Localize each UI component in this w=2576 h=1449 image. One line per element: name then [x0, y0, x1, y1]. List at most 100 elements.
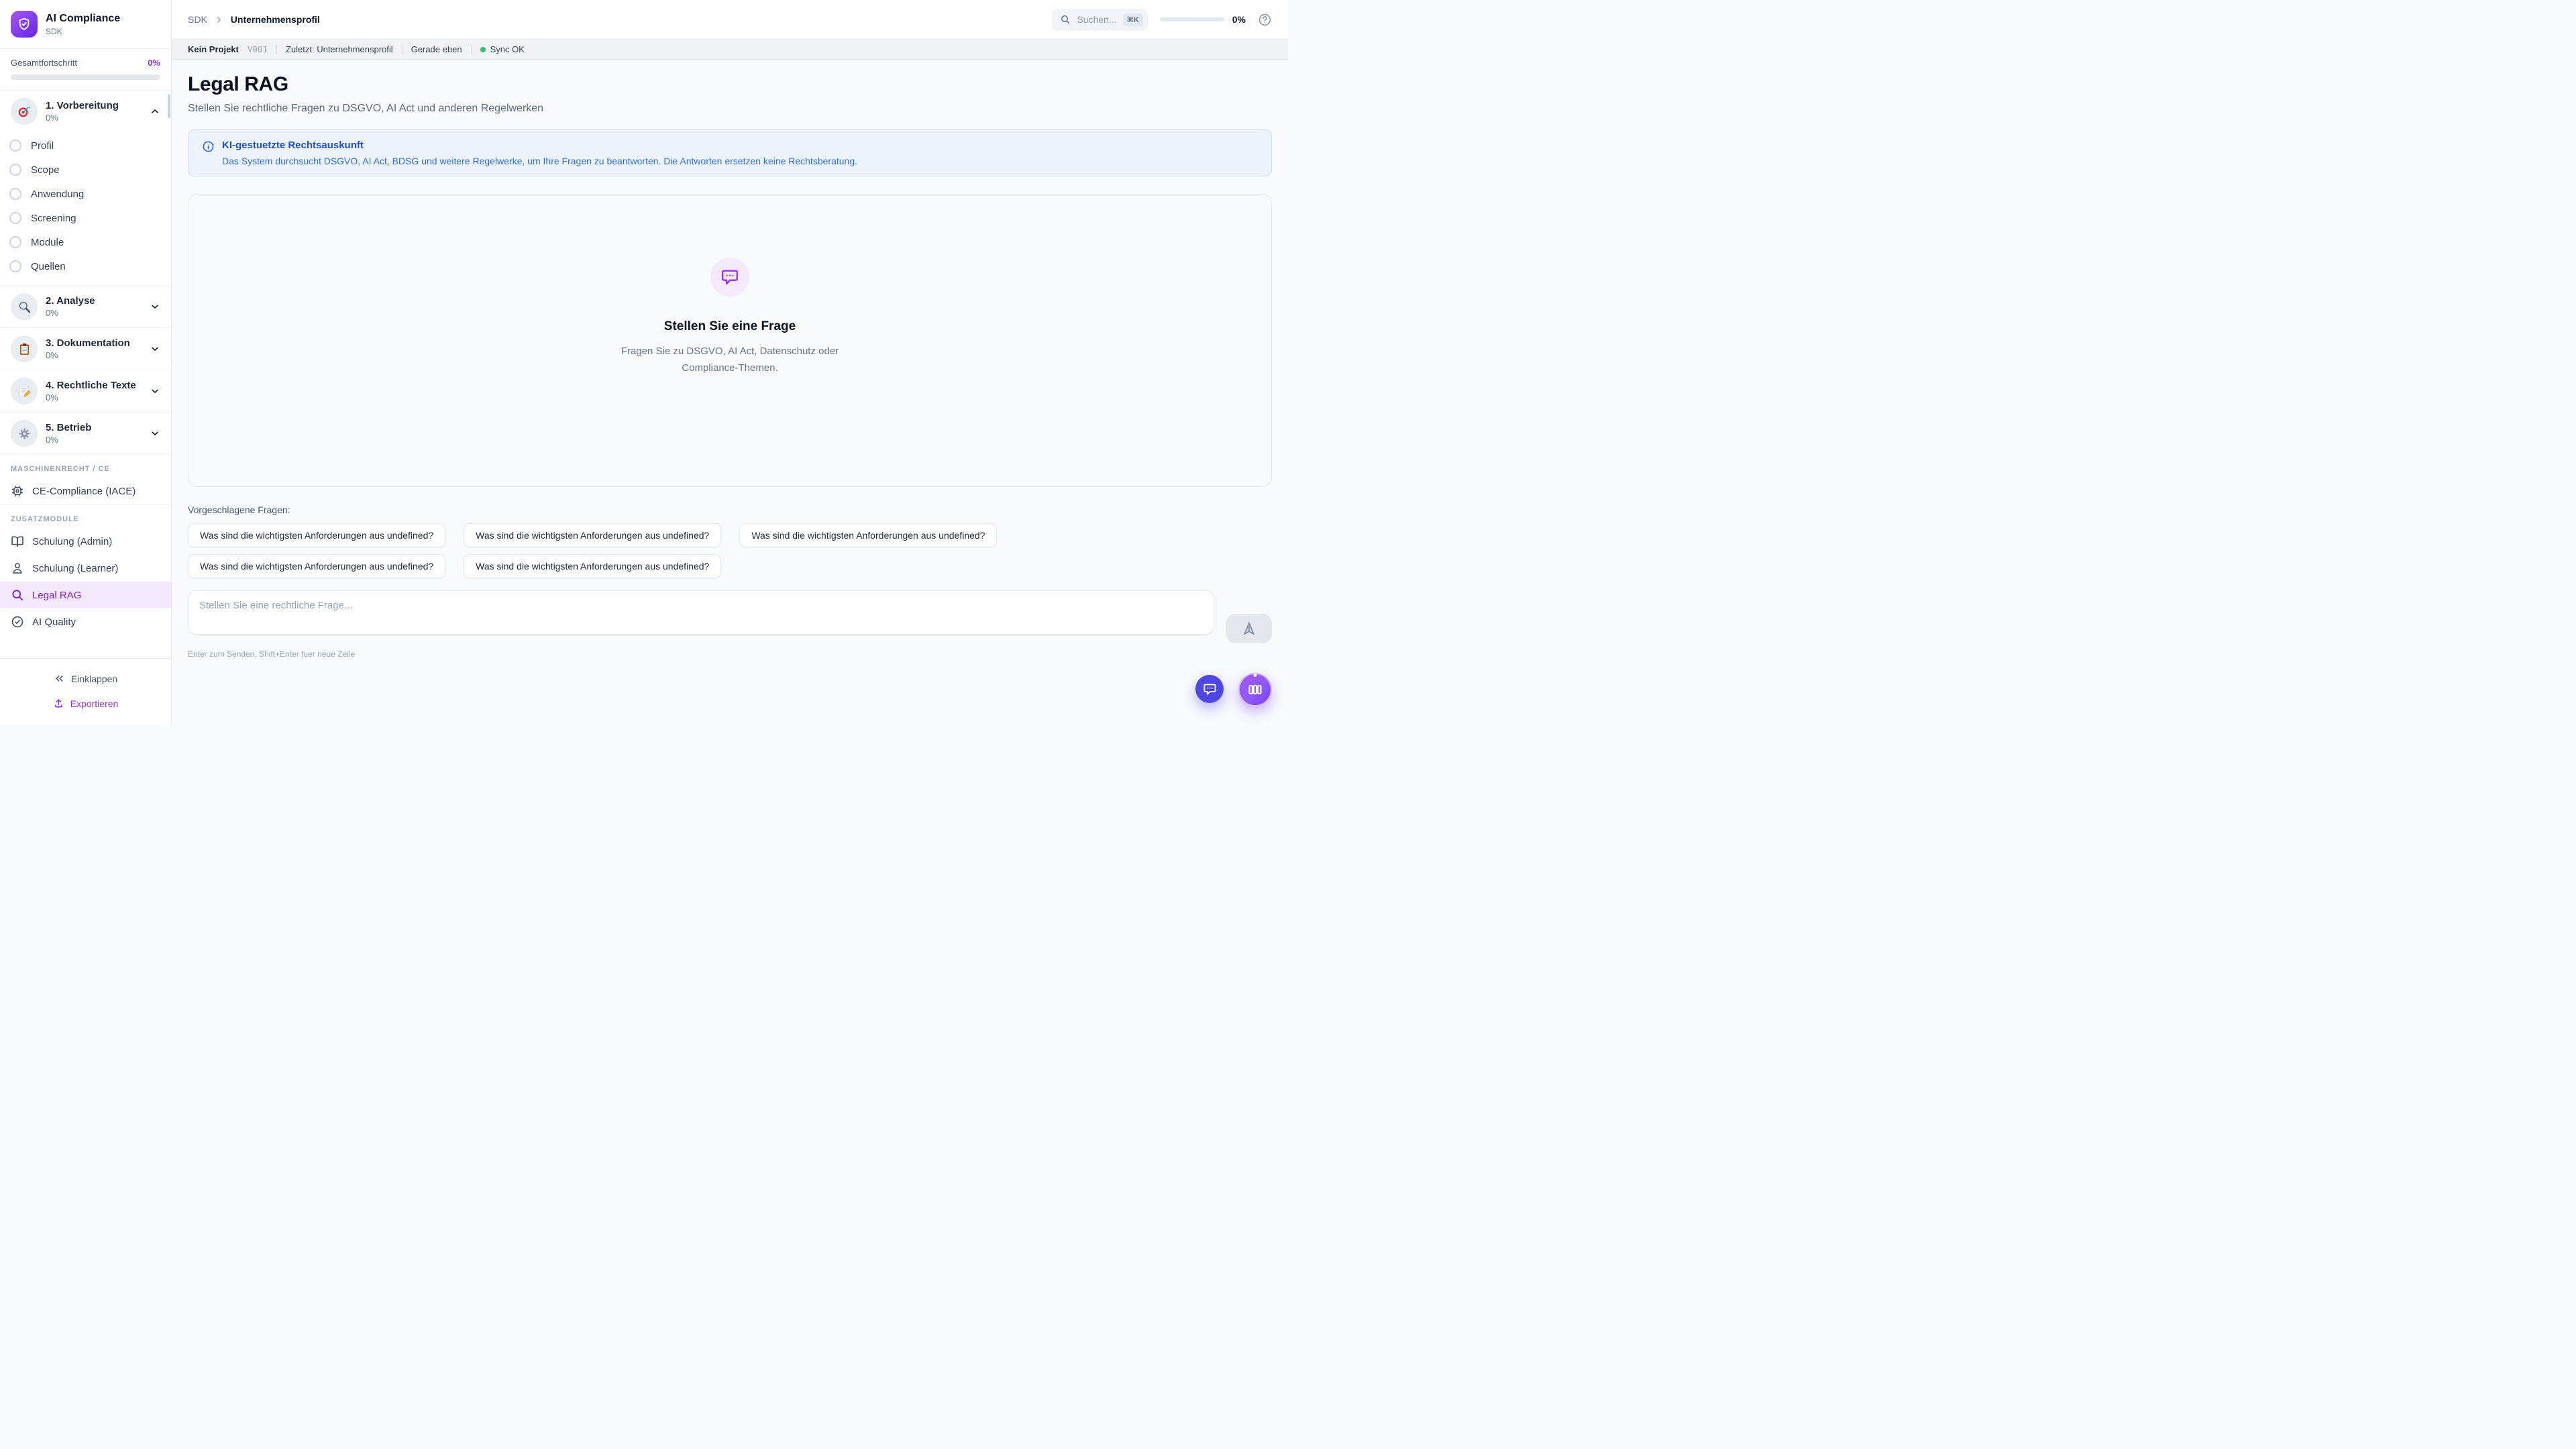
app-subtitle: SDK [46, 27, 120, 36]
page-content: Legal RAG Stellen Sie rechtliche Fragen … [172, 60, 1288, 724]
section-percent: 0% [46, 392, 142, 402]
target-icon [11, 98, 38, 125]
chevron-down-icon [150, 343, 160, 354]
sidebar-item-module[interactable]: Module [0, 230, 171, 254]
sidebar-item-label: Schulung (Learner) [32, 563, 118, 574]
search-shortcut-badge: ⌘K [1123, 13, 1143, 26]
sidebar-item-anwendung[interactable]: Anwendung [0, 182, 171, 206]
clipboard-icon [11, 335, 38, 362]
info-circle-icon [202, 140, 215, 166]
sidebar-item-label: Module [31, 237, 64, 248]
question-input-row [188, 590, 1272, 643]
sidebar-item-label: Legal RAG [32, 590, 81, 601]
sidebar-item-schulung-admin[interactable]: Schulung (Admin) [0, 528, 171, 555]
sidebar-scrollbar[interactable] [168, 94, 170, 118]
sidebar-item-label: Screening [31, 213, 76, 224]
sidebar-footer: Einklappen Exportieren [0, 658, 171, 724]
help-button[interactable] [1258, 13, 1272, 27]
collapse-sidebar-button[interactable]: Einklappen [11, 668, 160, 689]
app-title: AI Compliance [46, 12, 120, 25]
section-analyse[interactable]: 2. Analyse 0% [0, 286, 171, 327]
chevron-down-icon [150, 386, 160, 396]
chevrons-left-icon [54, 673, 65, 684]
chevron-right-icon [214, 15, 224, 25]
columns-icon [1247, 682, 1263, 698]
sidebar-nav: 1. Vorbereitung 0% Profil Scope [0, 91, 171, 658]
sync-status-label: Sync OK [490, 44, 525, 54]
panels-fab-button[interactable] [1238, 673, 1272, 706]
suggested-question-chip[interactable]: Was sind die wichtigsten Anforderungen a… [464, 523, 721, 547]
section-rechtliche-texte[interactable]: 4. Rechtliche Texte 0% [0, 370, 171, 412]
section-dokumentation[interactable]: 3. Dokumentation 0% [0, 328, 171, 370]
header-progress-bar [1160, 17, 1224, 21]
sidebar-item-label: CE-Compliance (IACE) [32, 486, 136, 497]
section-label: 5. Betrieb [46, 422, 142, 435]
sidebar-item-scope[interactable]: Scope [0, 158, 171, 182]
chevron-up-icon [150, 106, 160, 117]
suggested-question-chip[interactable]: Was sind die wichtigsten Anforderungen a… [188, 554, 445, 578]
suggested-question-chip[interactable]: Was sind die wichtigsten Anforderungen a… [739, 523, 997, 547]
sidebar-item-schulung-learner[interactable]: Schulung (Learner) [0, 555, 171, 582]
sidebar-item-quellen[interactable]: Quellen [0, 254, 171, 278]
suggested-questions: Was sind die wichtigsten Anforderungen a… [188, 523, 1060, 578]
sidebar-item-label: AI Quality [32, 616, 76, 628]
notification-dot [1254, 674, 1257, 677]
search-placeholder: Suchen... [1077, 14, 1116, 25]
breadcrumb-root[interactable]: SDK [188, 14, 207, 25]
section-label: 3. Dokumentation [46, 337, 142, 350]
check-circle-icon [11, 615, 24, 629]
topbar: SDK Unternehmensprofil Suchen... ⌘K 0% [172, 0, 1288, 40]
overall-progress: Gesamtfortschritt 0% [0, 49, 171, 91]
search-icon [1060, 14, 1071, 25]
info-banner: KI-gestuetzte Rechtsauskunft Das System … [188, 129, 1272, 176]
sidebar-item-label: Quellen [31, 261, 66, 272]
send-icon [1240, 620, 1258, 637]
overall-progress-label: Gesamtfortschritt [11, 58, 77, 68]
section-vorbereitung[interactable]: 1. Vorbereitung 0% [0, 91, 171, 132]
user-icon [11, 561, 24, 575]
divider [471, 45, 472, 54]
global-search-button[interactable]: Suchen... ⌘K [1052, 9, 1147, 31]
page-subtitle: Stellen Sie rechtliche Fragen zu DSGVO, … [188, 103, 1272, 115]
sidebar-item-label: Anwendung [31, 189, 84, 200]
empty-state-title: Stellen Sie eine Frage [664, 319, 796, 334]
chevron-down-icon [150, 428, 160, 439]
chat-fab-button[interactable] [1195, 675, 1224, 703]
status-bar: Kein Projekt V001 Zuletzt: Unternehmensp… [172, 40, 1288, 60]
version-badge: V001 [248, 44, 268, 54]
sidebar-item-legal-rag[interactable]: Legal RAG [0, 582, 171, 608]
overall-progress-bar [11, 74, 160, 80]
upload-icon [53, 698, 64, 709]
header-progress: 0% [1160, 14, 1246, 25]
section-betrieb[interactable]: 5. Betrieb 0% [0, 413, 171, 454]
group-header-maschinenrecht: MASCHINENRECHT / CE [0, 455, 171, 478]
project-name: Kein Projekt [188, 44, 239, 54]
suggested-question-chip[interactable]: Was sind die wichtigsten Anforderungen a… [464, 554, 721, 578]
gear-icon [11, 420, 38, 447]
step-circle-icon [9, 260, 21, 272]
sidebar-item-ai-quality[interactable]: AI Quality [0, 608, 171, 635]
sidebar-item-ce-compliance[interactable]: CE-Compliance (IACE) [0, 478, 171, 504]
sidebar-item-profil[interactable]: Profil [0, 133, 171, 158]
magnifier-icon [11, 293, 38, 320]
section-percent: 0% [46, 435, 142, 445]
question-input[interactable] [188, 590, 1214, 635]
search-icon [11, 588, 24, 602]
input-hint: Enter zum Senden, Shift+Enter fuer neue … [188, 649, 1272, 659]
section-percent: 0% [46, 308, 142, 318]
step-circle-icon [9, 140, 21, 152]
section-percent: 0% [46, 350, 142, 360]
export-label: Exportieren [70, 698, 119, 709]
collapse-label: Einklappen [71, 674, 117, 684]
send-button[interactable] [1226, 614, 1272, 643]
last-edited-label: Zuletzt: Unternehmensprofil [286, 44, 393, 54]
overall-progress-value: 0% [148, 58, 160, 68]
export-button[interactable]: Exportieren [11, 693, 160, 714]
sync-status: Sync OK [480, 44, 525, 54]
section-label: 2. Analyse [46, 295, 142, 308]
sidebar-item-screening[interactable]: Screening [0, 206, 171, 230]
suggested-question-chip[interactable]: Was sind die wichtigsten Anforderungen a… [188, 523, 445, 547]
chat-bubble-icon [1203, 682, 1217, 696]
sidebar-item-label: Schulung (Admin) [32, 536, 112, 547]
group-header-zusatzmodule: ZUSATZMODULE [0, 505, 171, 528]
